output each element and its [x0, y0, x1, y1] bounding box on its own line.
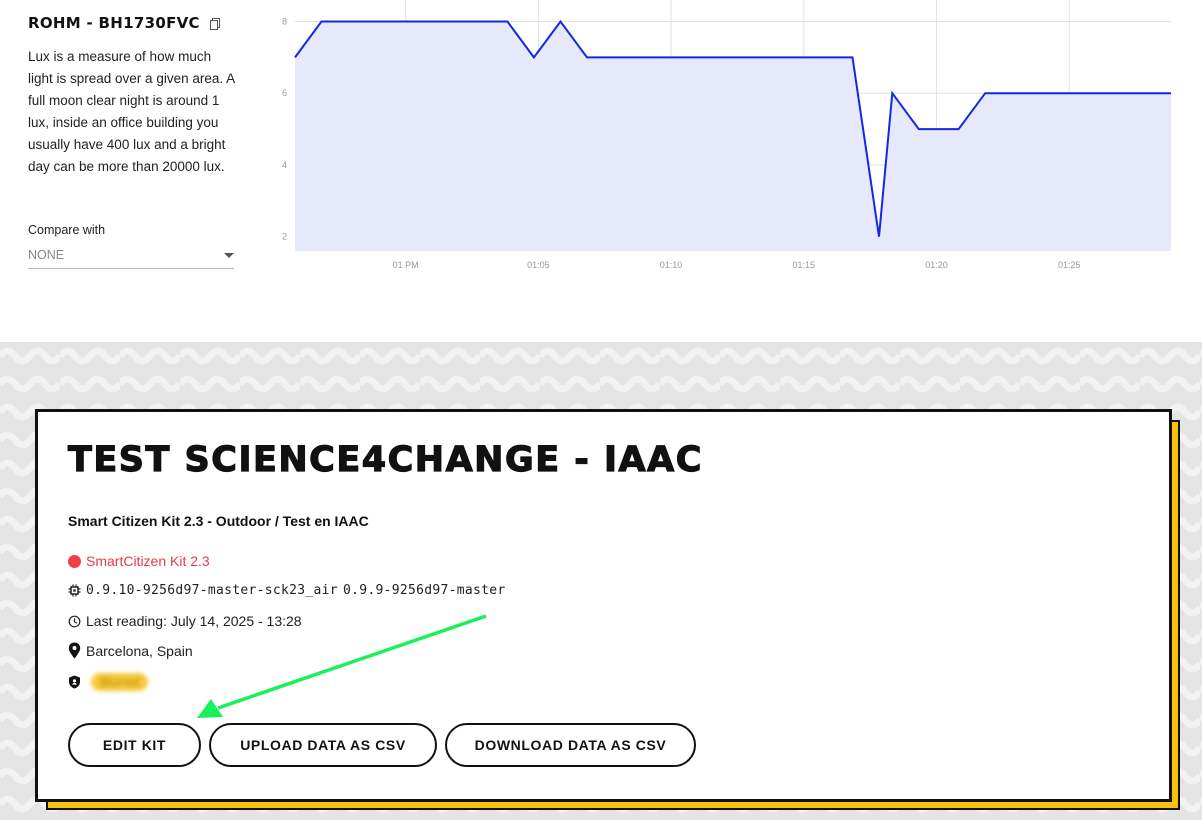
- location: Barcelona, Spain: [86, 642, 193, 659]
- caret-down-icon: [224, 253, 234, 258]
- series-area: [295, 21, 1171, 251]
- firmware-secondary: 0.9.9-9256d97-master: [342, 583, 506, 598]
- status-dot-icon: [68, 554, 81, 568]
- location-row: Barcelona, Spain: [68, 642, 193, 659]
- x-tick-label: 01:10: [660, 260, 683, 270]
- upload-csv-button[interactable]: UPLOAD DATA AS CSV: [209, 723, 437, 767]
- sensor-panel: ROHM - BH1730FVC Lux is a measure of how…: [0, 0, 1202, 342]
- copy-icon[interactable]: [209, 17, 220, 30]
- privacy-row: Blurred: [68, 673, 148, 691]
- kit-type[interactable]: SmartCitizen Kit 2.3: [86, 553, 210, 569]
- kit-title: TEST SCIENCE4CHANGE - IAAC: [67, 439, 703, 480]
- clock-icon: [68, 615, 81, 627]
- x-tick-label: 01:20: [925, 260, 948, 270]
- y-tick-label: 2: [282, 232, 287, 242]
- chip-icon: [68, 584, 81, 597]
- privacy-badge: Blurred: [91, 673, 148, 691]
- y-tick-label: 4: [282, 160, 287, 170]
- kit-type-row: SmartCitizen Kit 2.3: [68, 553, 210, 569]
- compare-select-value: NONE: [28, 248, 65, 262]
- y-tick-label: 6: [282, 88, 287, 98]
- x-tick-label: 01:25: [1058, 260, 1081, 270]
- sensor-info: ROHM - BH1730FVC Lux is a measure of how…: [28, 14, 238, 178]
- sensor-description: Lux is a measure of how much light is sp…: [28, 49, 235, 174]
- last-reading: Last reading: July 14, 2025 - 13:28: [86, 613, 302, 629]
- x-tick-label: 01:05: [527, 260, 550, 270]
- last-reading-row: Last reading: July 14, 2025 - 13:28: [68, 613, 302, 629]
- sensor-title: ROHM - BH1730FVC: [28, 14, 238, 32]
- shield-icon: [69, 675, 80, 689]
- y-tick-label: 8: [282, 17, 287, 27]
- x-tick-label: 01 PM: [393, 260, 419, 270]
- download-csv-button[interactable]: DOWNLOAD DATA AS CSV: [445, 723, 696, 767]
- firmware-version: 0.9.10-9256d97-master-sck23_air: [86, 583, 338, 598]
- firmware-row: 0.9.10-9256d97-master-sck23_air 0.9.9-92…: [68, 583, 505, 598]
- sensor-chart[interactable]: 2 4 6 8 01 PM 01:05 01:10 01:15 01:20 01:25: [270, 0, 1180, 280]
- compare-select[interactable]: NONE: [28, 246, 234, 269]
- edit-kit-button[interactable]: EDIT KIT: [68, 723, 201, 767]
- location-pin-icon: [68, 642, 81, 659]
- kit-card: TEST SCIENCE4CHANGE - IAAC Smart Citizen…: [35, 409, 1172, 802]
- kit-description: Smart Citizen Kit 2.3 - Outdoor / Test e…: [68, 513, 369, 529]
- sensor-title-text: ROHM - BH1730FVC: [28, 14, 200, 32]
- compare-label: Compare with: [28, 223, 106, 237]
- x-tick-label: 01:15: [793, 260, 816, 270]
